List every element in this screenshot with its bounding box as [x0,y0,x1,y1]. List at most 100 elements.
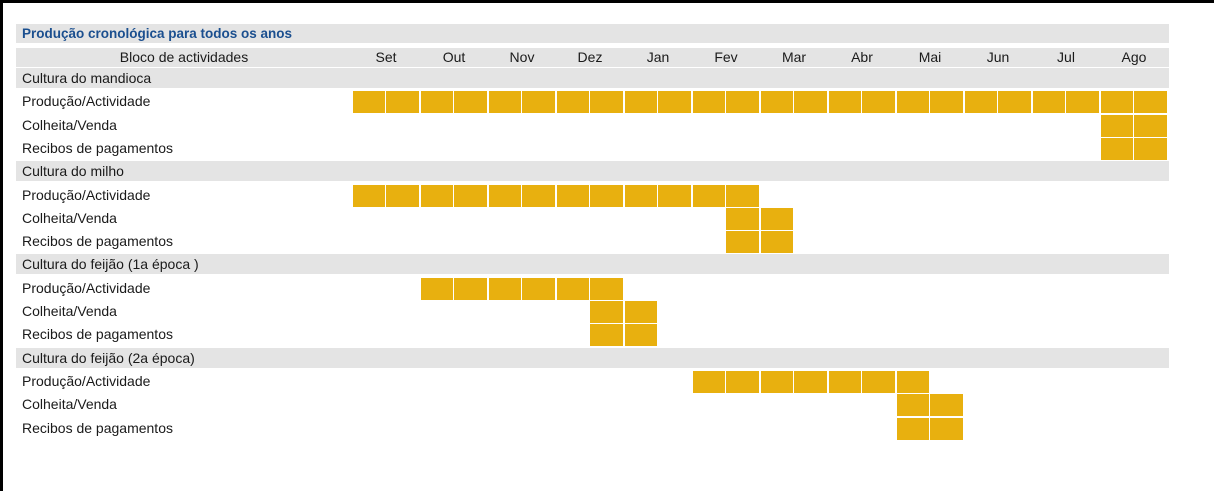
gantt-bar [590,91,623,114]
gantt-bar [930,417,963,440]
activity-label: Recibos de pagamentos [22,233,173,250]
gantt-bar [829,370,861,393]
gantt-bar [693,91,725,114]
gantt-bar [421,184,453,207]
gantt-bar [1101,137,1133,160]
gantt-bar [1066,91,1099,114]
gantt-bar [998,91,1031,114]
group-label: Cultura do feijão (1a época ) [22,256,199,273]
activity-label: Colheita/Venda [22,303,117,319]
gantt-bar [693,370,725,393]
month-header-set: Set [375,49,397,65]
gantt-bar [625,91,657,114]
activity-label: Produção/Actividade [22,372,151,389]
gantt-bar [625,184,657,207]
gantt-bar [897,370,929,393]
gantt-bar [353,91,385,114]
gantt-bar [590,301,623,323]
gantt-bar [897,394,929,417]
frame-left-border [0,0,3,491]
gantt-bar [421,91,453,114]
gantt-bar [522,91,555,114]
month-header-jan: Jan [646,49,670,65]
month-header-dez: Dez [577,49,603,65]
activity-label: Recibos de pagamentos [22,139,173,156]
gantt-bar [625,301,657,323]
month-header-mai: Mai [918,49,942,65]
gantt-bar [590,324,623,347]
activity-label: Colheita/Venda [22,209,117,226]
gantt-bar [658,184,691,207]
group-band [16,68,1169,88]
gantt-bar [557,277,589,300]
activity-label: Produção/Actividade [22,186,151,203]
gantt-bar [625,324,657,347]
header-row: Bloco de actividades Set Out Nov Dez Jan Fev M… [16,48,1169,67]
gantt-bar [862,370,895,393]
month-header-ago: Ago [1121,49,1147,65]
gantt-bar [726,231,759,254]
gantt-bar [454,91,487,114]
gantt-bar [1134,114,1167,137]
activity-label: Recibos de pagamentos [22,419,173,436]
gantt-bar [726,184,759,207]
gantt-bar [386,184,419,207]
gantt-bar [761,231,793,254]
month-header-jun: Jun [986,49,1010,65]
gantt-bar [1134,137,1167,160]
gantt-bar [421,277,453,300]
gantt-bar [590,184,623,207]
gantt-bar [726,91,759,114]
gantt-bar [658,91,691,114]
gantt-bar [829,91,861,114]
gantt-bar [794,370,827,393]
gantt-bar [726,207,759,230]
gantt-bar [489,277,521,300]
gantt-bar [522,184,555,207]
gantt-bar [965,91,997,114]
gantt-bar [557,91,589,114]
gantt-bar [897,91,929,114]
gantt-bar [590,277,623,300]
month-header-mar: Mar [781,49,807,65]
month-header-jul: Jul [1057,49,1075,65]
gantt-bar [1101,91,1133,114]
gantt-bar [454,184,487,207]
gantt-bar [1033,91,1065,114]
activity-column-header: Bloco de actividades [119,49,249,65]
gantt-bar [862,91,895,114]
gantt-bar [557,184,589,207]
activity-label: Recibos de pagamentos [22,326,173,343]
month-header-out: Out [442,49,466,65]
gantt-bar [454,277,487,300]
gantt-bar [693,184,725,207]
activity-label: Produção/Actividade [22,93,151,110]
gantt-bar [897,417,929,440]
group-label: Cultura do mandioca [22,70,152,86]
group-label: Cultura do milho [22,163,124,180]
gantt-bar [794,91,827,114]
gantt-bar [353,184,385,207]
activity-label: Colheita/Venda [22,116,117,133]
month-header-nov: Nov [509,49,535,65]
gantt-bar [761,91,793,114]
group-label: Cultura do feijão (2a época) [22,349,195,366]
month-header-abr: Abr [851,49,873,65]
gantt-bar [1101,114,1133,137]
month-header-fev: Fev [714,49,738,65]
group-band [16,161,1169,182]
gantt-bar [489,184,521,207]
gantt-bar [726,370,759,393]
chart-title: Produção cronológica para todos os anos [16,24,1169,43]
activity-label: Produção/Actividade [22,279,151,296]
gantt-bar [1134,91,1167,114]
gantt-bar [930,91,963,114]
gantt-bar [489,91,521,114]
activity-label: Colheita/Venda [22,396,117,413]
frame-top-border [0,0,1214,3]
gantt-bar [930,394,963,417]
gantt-bar [761,370,793,393]
gantt-bar [522,277,555,300]
gantt-bar [761,207,793,230]
gantt-bar [386,91,419,114]
